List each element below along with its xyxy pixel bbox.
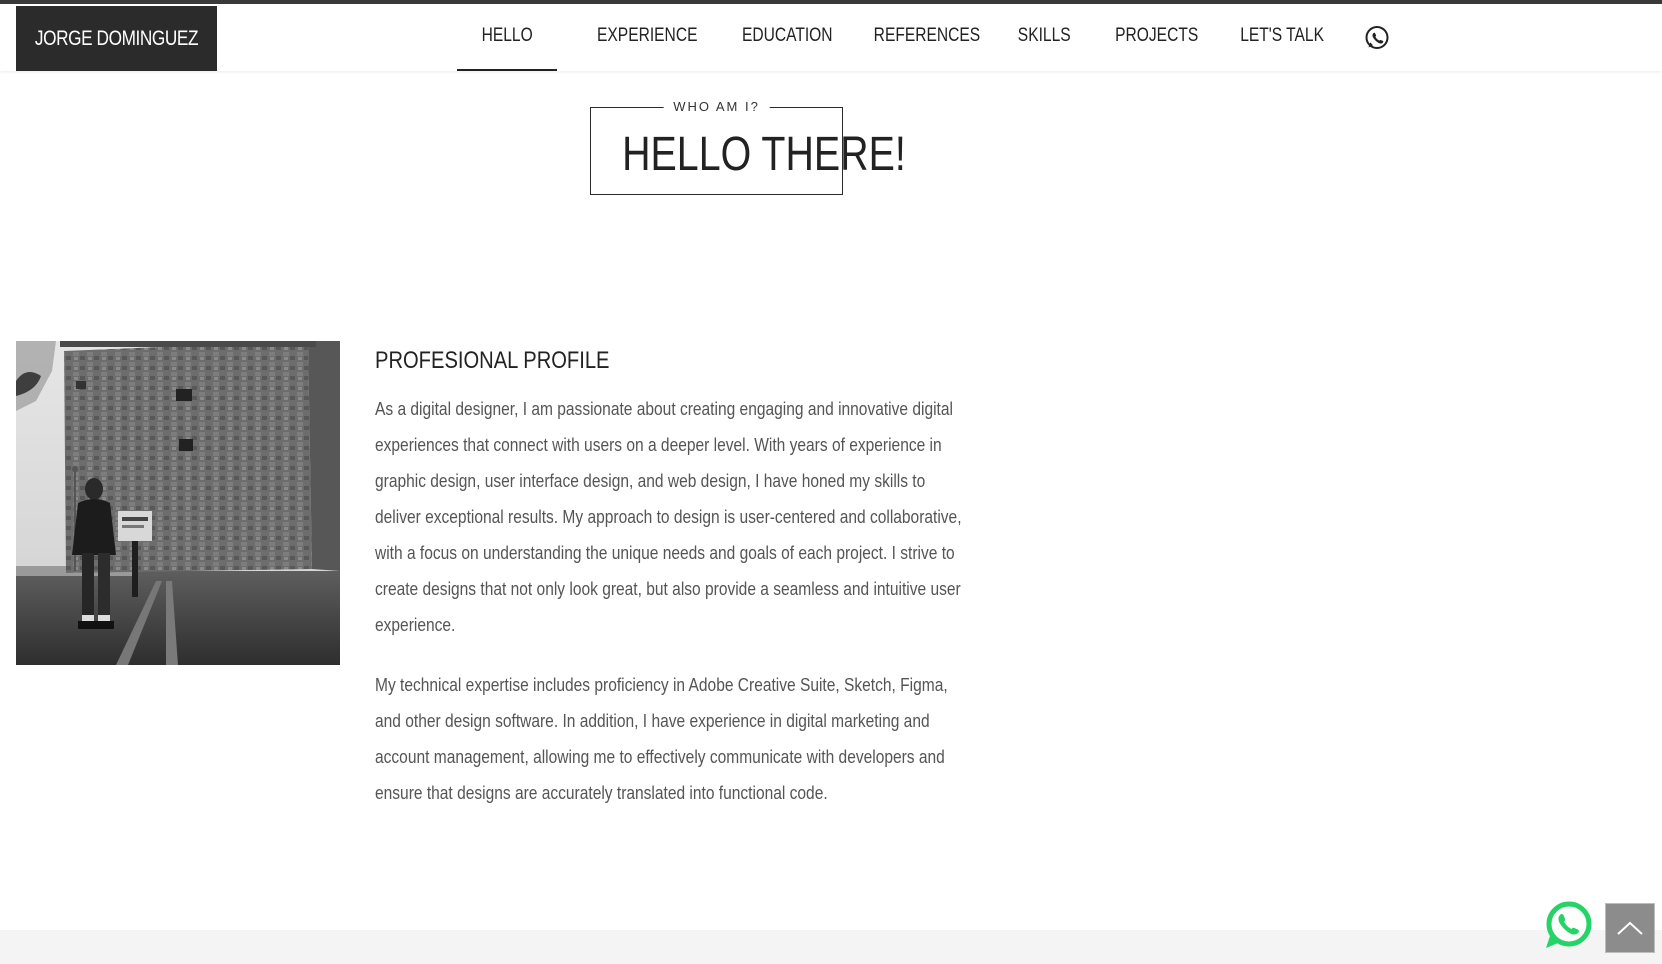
paragraph-line: As a digital designer, I am passionate a…	[375, 398, 953, 419]
nav-hello[interactable]: HELLO	[457, 4, 557, 71]
whatsapp-icon[interactable]	[1363, 24, 1391, 52]
profile-photo	[16, 341, 340, 665]
page-title: HELLO THERE!	[622, 128, 906, 181]
nav-experience[interactable]: EXPERIENCE	[582, 4, 712, 71]
paragraph-line: deliver exceptional results. My approach…	[375, 506, 962, 527]
paragraph-line: create designs that not only look great,…	[375, 578, 961, 599]
whatsapp-icon[interactable]	[1542, 899, 1594, 951]
paragraph-line: with a focus on understanding the unique…	[375, 542, 955, 563]
site-logo[interactable]: JORGE DOMINGUEZ	[16, 6, 217, 71]
paragraph-line: graphic design, user interface design, a…	[375, 470, 926, 491]
footer-band	[0, 930, 1662, 964]
profile-heading: PROFESIONAL PROFILE	[375, 347, 610, 374]
paragraph-line: ensure that designs are accurately trans…	[375, 782, 828, 803]
intro-heading-box: WHO AM I? HELLO THERE!	[590, 99, 906, 195]
paragraph-line: and other design software. In addition, …	[375, 710, 930, 731]
paragraph-line: account management, allowing me to effec…	[375, 746, 945, 767]
intro-kicker: WHO AM I?	[663, 99, 770, 114]
chevron-up-icon	[1617, 921, 1643, 935]
nav-skills[interactable]: SKILLS	[1002, 4, 1087, 71]
nav-projects[interactable]: PROJECTS	[1097, 4, 1217, 71]
paragraph-line: experiences that connect with users on a…	[375, 434, 942, 455]
paragraph-line: My technical expertise includes proficie…	[375, 674, 948, 695]
profile-paragraph-1: As a digital designer, I am passionate a…	[375, 391, 962, 643]
nav-education[interactable]: EDUCATION	[722, 4, 852, 71]
nav-references[interactable]: REFERENCES	[857, 4, 997, 71]
back-to-top-button[interactable]	[1605, 903, 1655, 953]
paragraph-line: experience.	[375, 614, 456, 635]
profile-paragraph-2: My technical expertise includes proficie…	[375, 667, 948, 811]
nav-lets-talk[interactable]: LET'S TALK	[1227, 4, 1337, 71]
